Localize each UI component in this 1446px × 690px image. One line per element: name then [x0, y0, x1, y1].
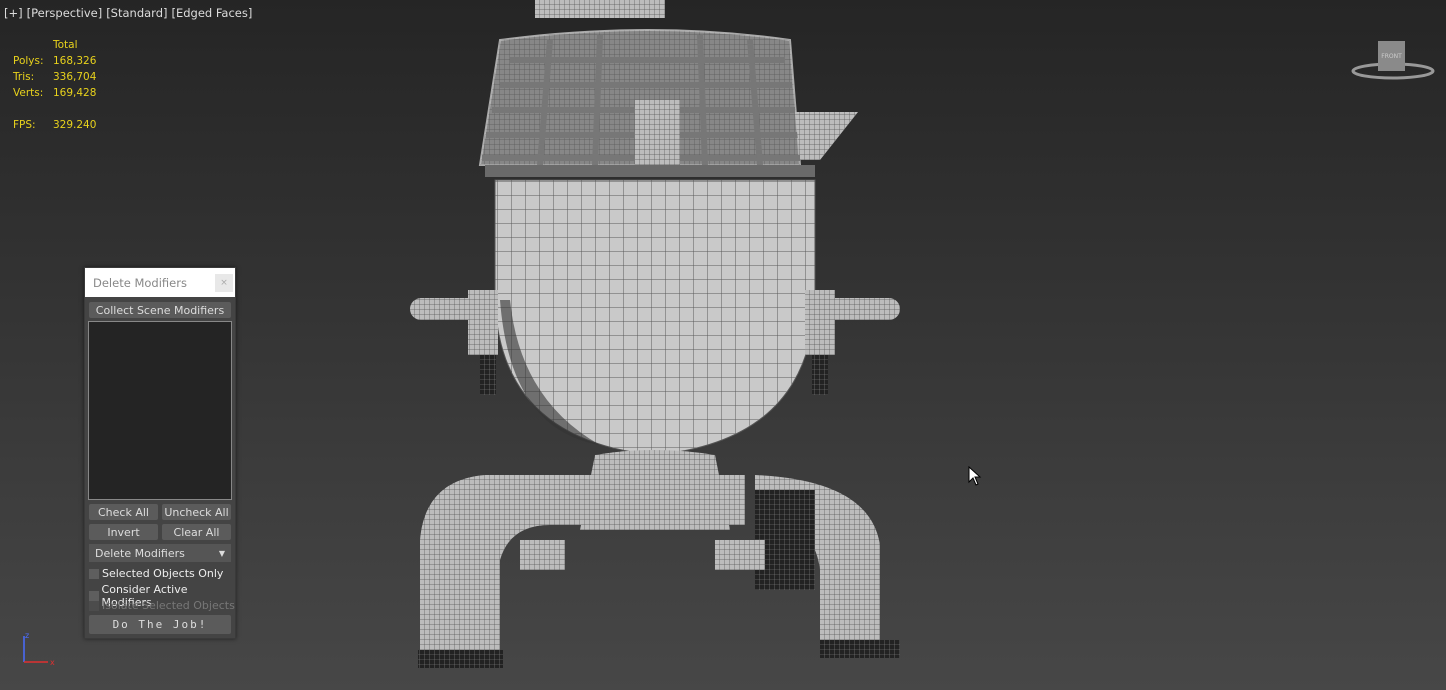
mixer-bowl	[494, 179, 816, 456]
stats-header: Total	[53, 39, 78, 51]
dialog-title-bar[interactable]: Delete Modifiers ×	[85, 268, 235, 297]
close-button[interactable]: ×	[215, 273, 233, 292]
stats-value: 169,428	[53, 87, 97, 99]
dialog-title: Delete Modifiers	[93, 275, 187, 290]
mixer-guard	[478, 0, 858, 177]
stats-label: Tris:	[13, 71, 35, 83]
viewport-menu-edged-faces[interactable]: [Edged Faces]	[171, 6, 252, 20]
mode-dropdown[interactable]: Delete Modifiers ▼	[89, 544, 231, 562]
modifiers-list[interactable]	[88, 321, 232, 500]
mode-dropdown-value: Delete Modifiers	[95, 546, 185, 560]
mixer-base	[418, 450, 900, 668]
checkbox-label: Isolate Selected Objects	[102, 599, 235, 612]
do-the-job-button[interactable]: Do The Job!	[89, 615, 231, 634]
collect-scene-modifiers-button[interactable]: Collect Scene Modifiers	[89, 302, 231, 318]
clear-all-button[interactable]: Clear All	[162, 524, 231, 540]
stats-label: Polys:	[13, 55, 44, 67]
axis-z-label: z	[25, 631, 29, 640]
chevron-down-icon: ▼	[218, 548, 225, 558]
selected-objects-only-checkbox[interactable]: Selected Objects Only	[89, 567, 223, 580]
viewcube-face-label: FRONT	[1381, 53, 1402, 60]
delete-modifiers-dialog: Delete Modifiers × Collect Scene Modifie…	[84, 267, 236, 639]
invert-button[interactable]: Invert	[89, 524, 158, 540]
fps-value: 329.240	[53, 119, 97, 131]
checkbox-label: Selected Objects Only	[102, 567, 224, 580]
axis-tripod-icon: z x	[23, 631, 55, 667]
mixer-model[interactable]	[400, 0, 920, 690]
stats-label: Verts:	[13, 87, 44, 99]
viewport-label[interactable]: [+] [Perspective] [Standard] [Edged Faces]	[4, 6, 256, 20]
mouse-cursor-icon	[968, 466, 982, 486]
uncheck-all-button[interactable]: Uncheck All	[162, 504, 231, 520]
viewport-menu-plus[interactable]: [+]	[4, 6, 23, 20]
check-all-button[interactable]: Check All	[89, 504, 158, 520]
isolate-selected-objects-checkbox: Isolate Selected Objects	[89, 599, 235, 612]
checkbox-box	[89, 600, 99, 611]
viewport-menu-shading[interactable]: [Standard]	[106, 6, 167, 20]
axis-x-label: x	[50, 658, 55, 667]
stats-value: 336,704	[53, 71, 97, 83]
viewcube[interactable]: FRONT	[1348, 38, 1438, 83]
checkbox-box[interactable]	[89, 568, 99, 579]
viewport-menu-perspective[interactable]: [Perspective]	[27, 6, 103, 20]
statistics-overlay: Total Polys: 168,326 Tris: 336,704 Verts: 1…	[13, 37, 96, 133]
fps-label: FPS:	[13, 119, 36, 131]
stats-value: 168,326	[53, 55, 97, 67]
